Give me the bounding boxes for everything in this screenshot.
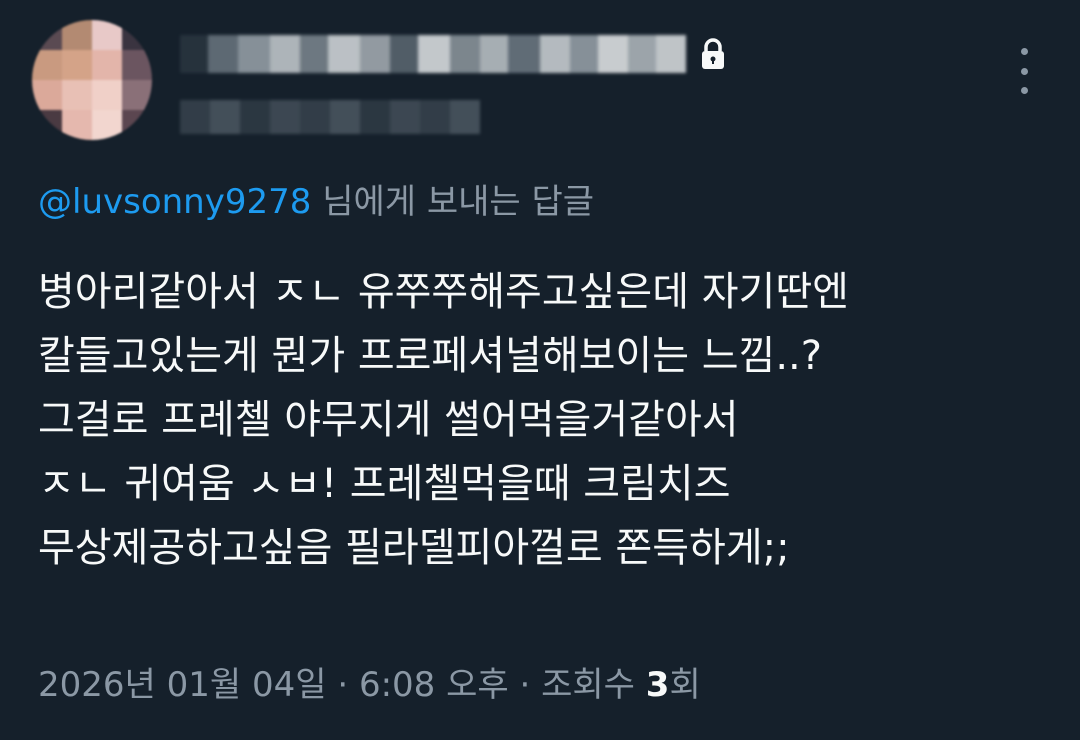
lock-icon bbox=[698, 37, 728, 71]
reply-suffix: 님에게 보내는 답글 bbox=[311, 182, 595, 222]
meta-separator: · bbox=[326, 665, 359, 705]
tweet-text: 병아리같아서 ㅈㄴ 유쭈쭈해주고싶은데 자기딴엔 칼들고있는게 뭔가 프로페셔널… bbox=[38, 260, 1048, 580]
tweet-line: 칼들고있는게 뭔가 프로페셔널해보이는 느낌..? bbox=[38, 333, 823, 379]
tweet-date[interactable]: 2026년 01월 04일 bbox=[38, 665, 327, 705]
tweet-line: 무상제공하고싶음 필라델피아껄로 쫀득하게;; bbox=[38, 525, 790, 571]
tweet-line: 병아리같아서 ㅈㄴ 유쭈쭈해주고싶은데 자기딴엔 bbox=[38, 269, 849, 315]
replying-to: @luvsonny9278 님에게 보내는 답글 bbox=[38, 180, 594, 224]
views-label: 조회수 bbox=[541, 665, 646, 705]
views-suffix: 회 bbox=[669, 665, 701, 705]
tweet-line: ㅈㄴ 귀여움 ㅅㅂ! 프레첼먹을때 크림치즈 bbox=[38, 461, 731, 507]
tweet-meta: 2026년 01월 04일 · 6:08 오후 · 조회수 3회 bbox=[38, 660, 701, 710]
views-count: 3 bbox=[645, 665, 670, 705]
meta-separator: · bbox=[508, 665, 542, 705]
more-vertical-icon[interactable] bbox=[1014, 48, 1034, 94]
censored-display-name bbox=[180, 35, 686, 73]
display-name[interactable] bbox=[180, 34, 728, 74]
censored-handle bbox=[180, 100, 480, 134]
tweet-line: 그걸로 프레첼 야무지게 썰어먹을거같아서 bbox=[38, 397, 739, 443]
reply-mention-link[interactable]: @luvsonny9278 bbox=[38, 182, 311, 222]
tweet-time[interactable]: 6:08 오후 bbox=[359, 665, 509, 705]
avatar[interactable] bbox=[32, 20, 152, 140]
